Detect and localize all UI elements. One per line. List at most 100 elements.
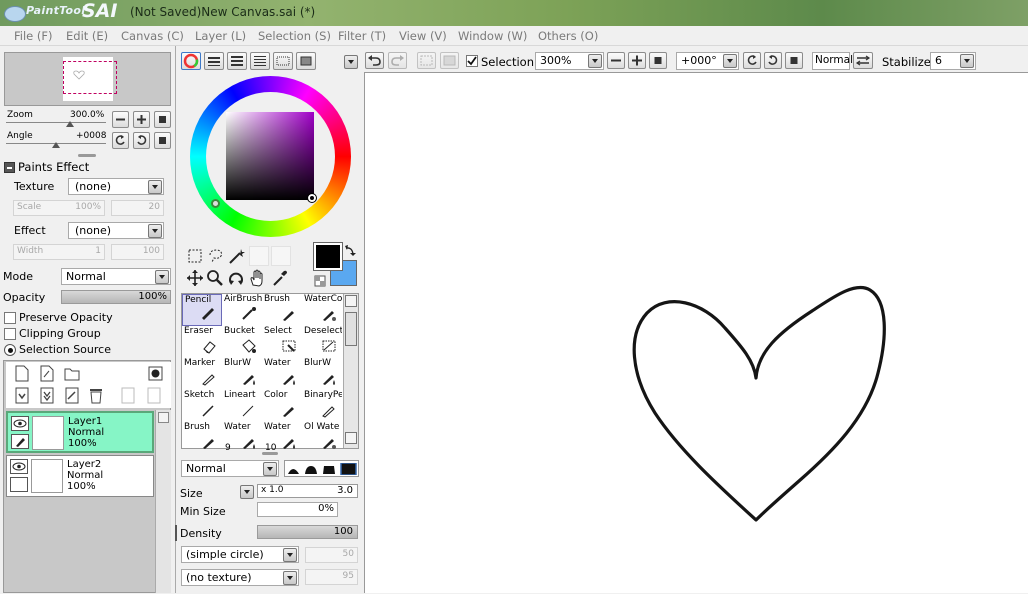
selection-source-radio[interactable] [4,344,16,356]
tool-eraser[interactable]: Eraser [182,326,222,358]
tool-deselect[interactable]: Deselect [302,326,342,358]
selection-visible-checkbox[interactable] [466,55,478,67]
new-folder-icon[interactable] [64,366,80,381]
rgb-slider-mode-button[interactable] [204,52,224,70]
tool-water[interactable]: Water 9 [222,422,262,454]
hand-icon[interactable] [248,269,266,287]
size-range-chevron-icon[interactable] [240,485,254,499]
layer-opacity-slider[interactable]: 100% [61,290,171,304]
menu-view[interactable]: View (V) [399,29,447,43]
hsv-slider-mode-button[interactable] [227,52,247,70]
collapse-icon[interactable] [4,162,15,173]
toolbar-zoom-reset-button[interactable] [649,52,667,69]
swatches-mode-button[interactable] [273,52,293,70]
drawing-canvas[interactable] [364,72,1028,593]
tool-lineart[interactable]: Lineart [222,390,262,422]
brush-edge-selector[interactable] [284,460,359,477]
flip-horizontal-button[interactable] [853,52,873,69]
menu-window[interactable]: Window (W) [458,29,527,43]
tool-sketch[interactable]: Sketch [182,390,222,422]
primary-color-swatch[interactable] [313,242,343,271]
tool-water[interactable]: Water [262,358,302,390]
brush-texture-select[interactable]: (no texture) [181,569,299,586]
menu-filter[interactable]: Filter (T) [338,29,386,43]
density-slider[interactable]: 100 [257,525,358,539]
pen-lock-icon[interactable] [10,477,28,492]
new-linework-layer-icon[interactable] [39,365,55,382]
eye-icon[interactable] [11,416,29,431]
tool-pencil[interactable]: Pencil [182,294,222,326]
brush-blend-mode-select[interactable]: Normal [181,460,279,477]
sv-cursor[interactable] [307,193,317,203]
stabilizer-select[interactable]: 6 [930,52,976,70]
lasso-icon[interactable] [207,248,225,264]
zoom-slider-thumb[interactable] [66,121,74,127]
tool-airbrush[interactable]: AirBrush [222,294,262,326]
rotation-select[interactable]: +000° [676,52,739,70]
tool-binarype[interactable]: BinaryPe [302,390,342,422]
preserve-opacity-checkbox[interactable] [4,312,16,324]
angle-slider-thumb[interactable] [52,142,60,148]
layer-scrollbar[interactable] [155,410,171,593]
clear-layer-icon[interactable] [64,387,80,404]
layer-row-layer1[interactable]: Layer1 Normal 100% [6,411,154,453]
clipping-group-checkbox[interactable] [4,328,16,340]
tool-brush[interactable]: Brush [262,294,302,326]
deselect-button[interactable] [417,52,436,69]
transfer-down-icon[interactable] [14,387,30,404]
view-blend-mode-select[interactable]: Normal [812,52,853,70]
redo-button[interactable] [388,52,407,69]
tool-color[interactable]: Color [262,390,302,422]
zoom-in-button[interactable] [133,111,150,128]
zoom-slider[interactable] [6,122,106,123]
magic-wand-icon[interactable] [228,248,246,264]
tool-blurw[interactable]: BlurW [302,358,342,390]
hue-cursor[interactable] [211,199,220,208]
swap-colors-icon[interactable] [344,244,357,257]
eye-icon[interactable] [10,459,28,474]
tool-waterco[interactable]: WaterCo [302,294,342,326]
rotate-tool-icon[interactable] [227,269,245,287]
eyedropper-icon[interactable] [271,269,289,287]
toolbar-rotate-right-button[interactable] [764,52,782,69]
rotate-reset-button[interactable] [154,132,171,149]
merge-down-icon[interactable] [39,387,55,404]
move-icon[interactable] [186,269,204,287]
menu-file[interactable]: File (F) [14,29,53,43]
mixer-mode-button[interactable] [250,52,270,70]
panel-resize-grip[interactable] [262,452,278,455]
menu-others[interactable]: Others (O) [538,29,598,43]
undo-button[interactable] [365,52,384,69]
color-panel-menu-chevron-icon[interactable] [344,55,358,69]
menu-layer[interactable]: Layer (L) [195,29,246,43]
brush-shape-select[interactable]: (simple circle) [181,546,299,563]
rect-select-icon[interactable] [187,248,203,264]
zoom-out-button[interactable] [112,111,129,128]
rotate-left-button[interactable] [112,132,129,149]
tool-water[interactable]: Water 10 [262,422,302,454]
color-wheel-mode-button[interactable] [181,52,201,70]
tool-select[interactable]: Select [262,326,302,358]
delete-layer-icon[interactable] [88,387,104,404]
tool-ol-wate[interactable]: Ol Wate [302,422,342,454]
texture-select[interactable]: (none) [68,178,164,195]
navigator-view-frame[interactable] [63,61,117,94]
min-size-slider[interactable]: 0% [257,502,338,517]
toolbar-rotate-left-button[interactable] [743,52,761,69]
resize-handle[interactable] [175,525,177,541]
tool-marker[interactable]: Marker [182,358,222,390]
menu-selection[interactable]: Selection (S) [258,29,331,43]
zoom-tool-icon[interactable] [206,269,224,287]
zoom-level-select[interactable]: 300% [535,52,604,70]
tool-brush[interactable]: Brush [182,422,222,454]
toolbar-rotate-reset-button[interactable] [785,52,803,69]
saturation-value-square[interactable] [226,112,314,200]
navigator-preview[interactable] [4,52,171,106]
panel-resize-grip[interactable] [78,154,96,157]
layer-row-layer2[interactable]: Layer2 Normal 100% [6,455,154,497]
toolbar-zoom-out-button[interactable] [607,52,625,69]
brush-grid-scrollbar[interactable] [343,294,358,448]
toolbar-zoom-in-button[interactable] [628,52,646,69]
menu-canvas[interactable]: Canvas (C) [121,29,184,43]
new-layer-icon[interactable] [14,365,30,382]
